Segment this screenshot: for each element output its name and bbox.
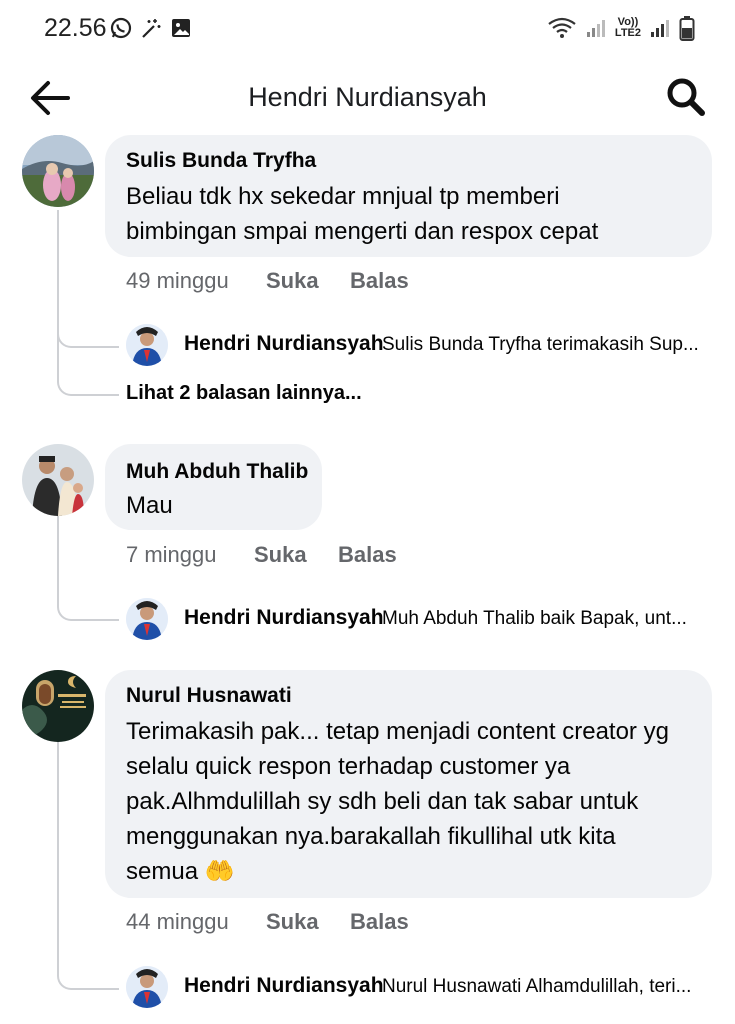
signal-icon: [586, 20, 605, 37]
signal-icon-2: [651, 20, 669, 37]
avatar-photo: [22, 444, 94, 516]
like-button[interactable]: Suka: [266, 909, 319, 935]
reply-author: Hendri Nurdiansyah: [184, 606, 384, 629]
avatar-photo: [126, 598, 168, 640]
avatar-photo: [22, 135, 94, 207]
battery-icon: [679, 16, 695, 41]
comment-text-line: semua: [126, 858, 199, 885]
reply-text: Muh Abduh Thalib baik Bapak, unt...: [382, 608, 687, 629]
avatar-photo: [22, 670, 94, 742]
status-time: 22.56: [44, 14, 107, 42]
whatsapp-icon: [110, 17, 132, 39]
reply-button[interactable]: Balas: [350, 268, 409, 294]
lte-label: LTE2: [614, 27, 641, 39]
reply-text: Sulis Bunda Tryfha terimakasih Sup...: [382, 334, 699, 355]
reply-avatar: [126, 324, 168, 366]
reply-preview[interactable]: Hendri Nurdiansyah Nurul Husnawati Alham…: [126, 966, 716, 1010]
comment-bubble[interactable]: Nurul Husnawati Terimakasih pak... tetap…: [105, 670, 712, 898]
volte-icon: Vo)) LTE2: [615, 17, 641, 39]
comment-bubble[interactable]: Sulis Bunda Tryfha Beliau tdk hx sekedar…: [105, 135, 712, 257]
comment-time: 7 minggu: [126, 542, 217, 567]
like-button[interactable]: Suka: [254, 542, 307, 568]
comment-text-line: Terimakasih pak... tetap menjadi content…: [126, 718, 669, 745]
status-bar: 22.56 Vo)) LTE2: [0, 0, 735, 60]
search-icon: [667, 78, 705, 116]
avatar[interactable]: [22, 670, 94, 742]
comment-bubble[interactable]: Muh Abduh Thalib Mau: [105, 444, 322, 530]
avatar[interactable]: [22, 135, 94, 207]
image-icon: [172, 19, 190, 37]
wifi-icon: [548, 17, 576, 38]
comment-author[interactable]: Muh Abduh Thalib: [126, 460, 308, 484]
reply-button[interactable]: Balas: [338, 542, 397, 568]
thread-connector: [57, 340, 119, 396]
like-button[interactable]: Suka: [266, 268, 319, 294]
page-title: Hendri Nurdiansyah: [248, 82, 487, 112]
status-icons-left: [110, 17, 192, 39]
comment-text-line: pak.Alhmdulillah sy sdh beli dan tak sab…: [126, 788, 639, 815]
reply-author: Hendri Nurdiansyah: [184, 974, 384, 997]
reply-text: Nurul Husnawati Alhamdulillah, teri...: [382, 976, 692, 997]
avatar-photo: [126, 966, 168, 1008]
comment-text-last: semua 🤲: [126, 854, 235, 889]
reply-preview[interactable]: Hendri Nurdiansyah Muh Abduh Thalib baik…: [126, 598, 716, 642]
comment-text-line: menggunakan nya.barakallah fikullihal ut…: [126, 823, 616, 850]
reply-button[interactable]: Balas: [350, 909, 409, 935]
comment-text-line: Beliau tdk hx sekedar mnjual tp memberi: [126, 183, 560, 210]
comment-text-line: selalu quick respon terhadap customer ya: [126, 753, 571, 780]
comment-author[interactable]: Nurul Husnawati: [126, 684, 292, 708]
comment-time: 44 minggu: [126, 909, 229, 934]
status-icons-right: Vo)) LTE2: [547, 15, 695, 41]
reply-author: Hendri Nurdiansyah: [184, 332, 384, 355]
avatar[interactable]: [22, 444, 94, 516]
comment-time: 49 minggu: [126, 268, 229, 293]
magic-wand-icon: [142, 19, 161, 38]
comment-author[interactable]: Sulis Bunda Tryfha: [126, 149, 316, 173]
app-bar: Hendri Nurdiansyah: [0, 62, 735, 134]
comment-text-line: Mau: [126, 492, 173, 519]
reply-preview[interactable]: Hendri Nurdiansyah Sulis Bunda Tryfha te…: [126, 324, 716, 368]
comment-text-line: bimbingan smpai mengerti dan respox cepa…: [126, 218, 599, 245]
reply-avatar: [126, 966, 168, 1008]
thread-connector: [57, 515, 119, 621]
open-hands-emoji: 🤲: [204, 858, 235, 885]
avatar-photo: [126, 324, 168, 366]
view-more-replies[interactable]: Lihat 2 balasan lainnya...: [126, 382, 362, 405]
search-button[interactable]: [665, 76, 707, 118]
reply-avatar: [126, 598, 168, 640]
